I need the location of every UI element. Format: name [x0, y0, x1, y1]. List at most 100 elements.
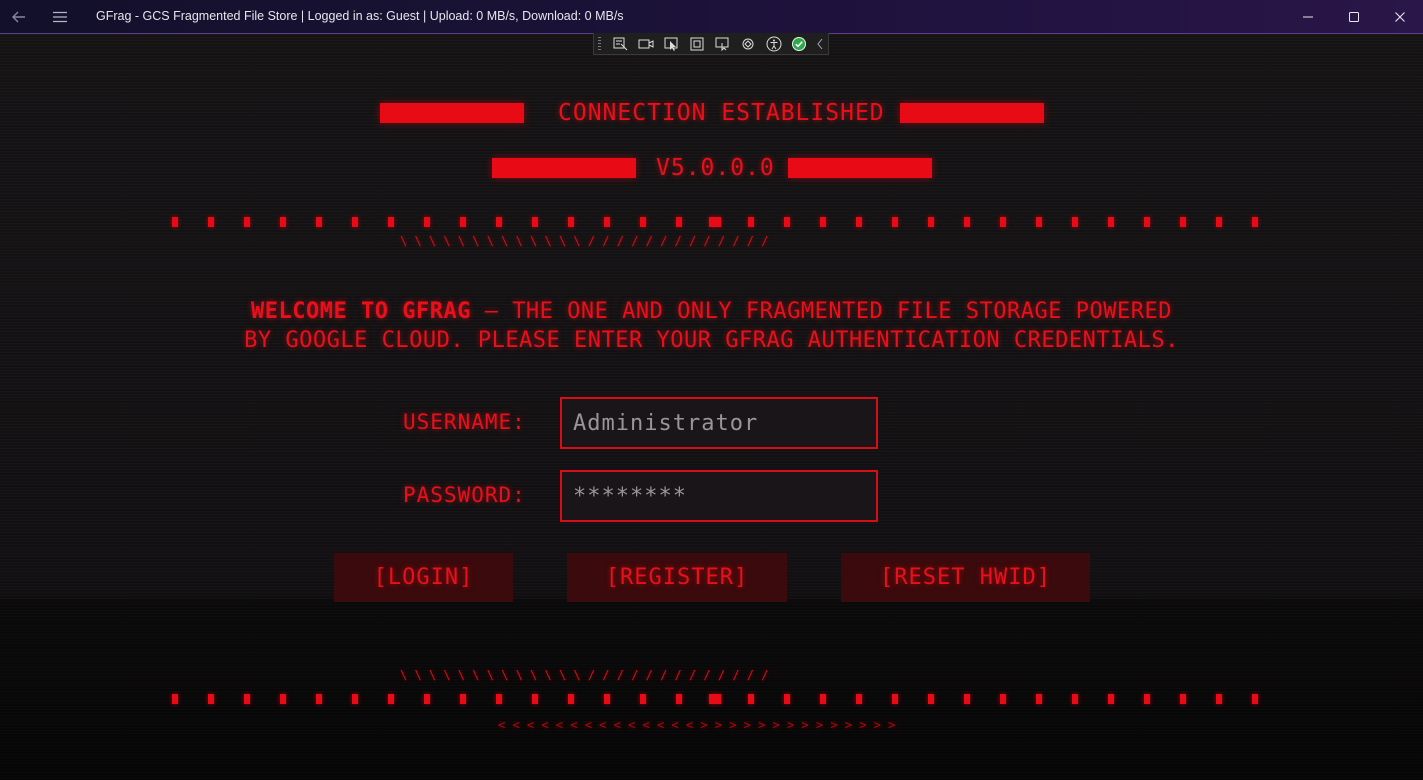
decor-dot: [604, 217, 610, 227]
password-field[interactable]: [560, 470, 878, 522]
decor-dot: [280, 217, 286, 227]
header-bar-right: [900, 103, 1044, 123]
decor-dot: [784, 217, 790, 227]
decor-dot: [748, 217, 754, 227]
header-bar-left: [380, 103, 524, 123]
decor-dot: [640, 694, 646, 704]
decor-dot: [820, 694, 826, 704]
version-bar-right: [788, 158, 932, 178]
decor-dot: [928, 217, 934, 227]
decor-dot: [352, 217, 358, 227]
decor-dot: [568, 694, 574, 704]
decor-dot: [709, 217, 721, 227]
decor-dot: [676, 217, 682, 227]
select-element-icon[interactable]: [608, 33, 634, 55]
toolbar-grip[interactable]: [598, 37, 601, 51]
decor-dot: [424, 694, 430, 704]
decor-dot: [496, 694, 502, 704]
dot-row-top: [0, 217, 1423, 229]
decor-dot: [460, 217, 466, 227]
hot-reload-icon[interactable]: [736, 33, 762, 55]
lower-band: [0, 599, 1423, 780]
decor-dot: [1144, 217, 1150, 227]
decor-dot: [568, 217, 574, 227]
decor-dot: [1252, 694, 1258, 704]
decor-dot: [172, 217, 178, 227]
welcome-message: WELCOME TO GFRAG — THE ONE AND ONLY FRAG…: [0, 297, 1423, 355]
decor-dot: [892, 217, 898, 227]
decor-dot: [964, 694, 970, 704]
decor-dot: [1036, 694, 1042, 704]
register-button[interactable]: [REGISTER]: [567, 553, 787, 602]
decor-dot: [928, 694, 934, 704]
decor-dot: [1000, 694, 1006, 704]
arrow-row-bottom: < < < < < < < < < < < < < < > > > > > > …: [498, 718, 896, 732]
slash-row-bottom: \ \ \ \ \ \ \ \ \ \ \ \ \ / / / / / / / …: [400, 668, 769, 682]
title-bar: GFrag - GCS Fragmented File Store | Logg…: [0, 0, 1423, 33]
login-button[interactable]: [LOGIN]: [334, 553, 513, 602]
decor-dot: [1252, 217, 1258, 227]
decor-dot: [1216, 694, 1222, 704]
decor-dot: [244, 694, 250, 704]
video-icon[interactable]: [634, 33, 660, 55]
decor-dot: [604, 694, 610, 704]
decor-dot: [964, 217, 970, 227]
decor-dot: [388, 694, 394, 704]
username-field[interactable]: [560, 397, 878, 449]
collapse-chevron-icon[interactable]: [812, 33, 828, 55]
debug-toolbar: [593, 33, 829, 55]
minimize-icon[interactable]: [1285, 0, 1331, 33]
dot-row-bottom: [0, 694, 1423, 706]
decor-dot: [1072, 217, 1078, 227]
decor-dot: [352, 694, 358, 704]
decor-dot: [496, 217, 502, 227]
decor-dot: [856, 694, 862, 704]
hamburger-menu-icon[interactable]: [46, 0, 74, 33]
frame-icon[interactable]: [685, 33, 711, 55]
back-arrow-icon[interactable]: [6, 0, 32, 33]
decor-dot: [316, 694, 322, 704]
welcome-strong: WELCOME TO GFRAG: [251, 299, 471, 324]
decor-dot: [1108, 217, 1114, 227]
decor-dot: [532, 694, 538, 704]
decor-dot: [460, 694, 466, 704]
connection-status: CONNECTION ESTABLISHED: [558, 100, 885, 126]
decor-dot: [244, 217, 250, 227]
tracking-icon[interactable]: [710, 33, 736, 55]
decor-dot: [208, 694, 214, 704]
username-label: USERNAME:: [403, 410, 526, 434]
decor-dot: [784, 694, 790, 704]
decor-dot: [388, 217, 394, 227]
decor-dot: [1180, 217, 1186, 227]
decor-dot: [208, 217, 214, 227]
decor-dot: [1216, 217, 1222, 227]
decor-dot: [172, 694, 178, 704]
welcome-line2: BY GOOGLE CLOUD. PLEASE ENTER YOUR GFRAG…: [244, 328, 1179, 353]
close-icon[interactable]: [1377, 0, 1423, 33]
decor-dot: [1000, 217, 1006, 227]
decor-dot: [820, 217, 826, 227]
decor-dot: [1036, 217, 1042, 227]
decor-dot: [316, 217, 322, 227]
version-label: V5.0.0.0: [656, 155, 775, 181]
password-label: PASSWORD:: [403, 483, 526, 507]
decor-dot: [856, 217, 862, 227]
decor-dot: [1108, 694, 1114, 704]
welcome-line1: — THE ONE AND ONLY FRAGMENTED FILE STORA…: [470, 299, 1172, 324]
maximize-icon[interactable]: [1331, 0, 1377, 33]
decor-dot: [892, 694, 898, 704]
slash-row-top: \ \ \ \ \ \ \ \ \ \ \ \ \ / / / / / / / …: [400, 234, 769, 248]
check-status-icon[interactable]: [787, 33, 813, 55]
pointer-select-icon[interactable]: [659, 33, 685, 55]
decor-dot: [709, 694, 721, 704]
decor-dot: [640, 217, 646, 227]
decor-dot: [424, 217, 430, 227]
reset-hwid-button[interactable]: [RESET HWID]: [841, 553, 1090, 602]
decor-dot: [676, 694, 682, 704]
accessibility-icon[interactable]: [761, 33, 787, 55]
decor-dot: [280, 694, 286, 704]
version-bar-left: [492, 158, 636, 178]
window-title: GFrag - GCS Fragmented File Store | Logg…: [96, 9, 624, 23]
decor-dot: [1144, 694, 1150, 704]
decor-dot: [532, 217, 538, 227]
